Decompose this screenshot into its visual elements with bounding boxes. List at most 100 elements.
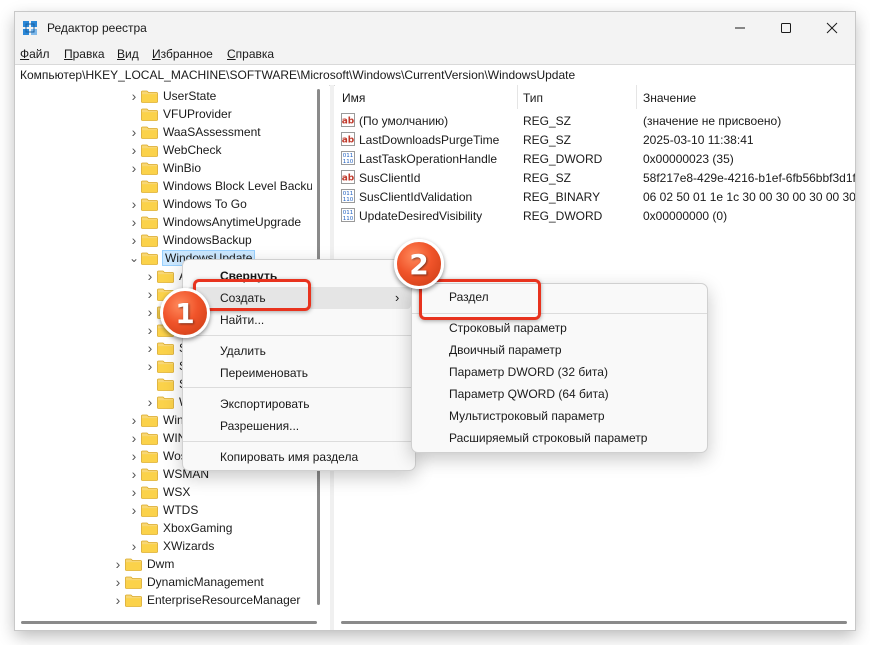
chevron-right-icon[interactable]: ›	[127, 447, 141, 465]
menu-separator	[183, 441, 415, 442]
list-row[interactable]: 011 110 SusClientIdValidation REG_BINARY 06 …	[335, 187, 855, 206]
chevron-right-icon[interactable]: ›	[127, 411, 141, 429]
chevron-right-icon[interactable]: ›	[127, 231, 141, 249]
folder-icon	[157, 342, 174, 355]
tree-item[interactable]: › Dwm	[111, 555, 175, 573]
close-icon	[826, 22, 838, 34]
chevron-right-icon[interactable]: ›	[127, 195, 141, 213]
tree-item[interactable]: › WebCheck	[127, 141, 222, 159]
tree-item[interactable]: › Windows To Go	[127, 195, 247, 213]
chevron-right-icon[interactable]: ›	[111, 573, 125, 591]
list-row[interactable]: ab LastDownloadsPurgeTime REG_SZ 2025-03-10…	[335, 130, 855, 149]
column-divider[interactable]	[636, 85, 637, 109]
tree-item[interactable]: › XWizards	[127, 537, 215, 555]
list-row[interactable]: 011 110 UpdateDesiredVisibility REG_DWORD 0x…	[335, 206, 855, 225]
chevron-right-icon[interactable]: ›	[143, 339, 157, 357]
chevron-right-icon[interactable]: ›	[127, 537, 141, 555]
chevron-right-icon[interactable]: ›	[127, 213, 141, 231]
tree-item-label: WaaSAssessment	[163, 125, 261, 139]
chevron-right-icon[interactable]: ›	[127, 123, 141, 141]
chevron-right-icon[interactable]: ›	[127, 87, 141, 105]
address-bar[interactable]: Компьютер\HKEY_LOCAL_MACHINE\SOFTWARE\Mi…	[15, 64, 855, 86]
menu-item-delete[interactable]: Удалить	[187, 340, 411, 362]
menu-item-label: Копировать имя раздела	[220, 450, 359, 464]
chevron-down-icon[interactable]: ⌄	[127, 249, 141, 267]
menu-help[interactable]: Справка	[227, 47, 274, 61]
minimize-button[interactable]	[717, 12, 763, 44]
tree-item[interactable]: › DynamicManagement	[111, 573, 264, 591]
chevron-right-icon[interactable]: ›	[111, 591, 125, 609]
chevron-right-icon[interactable]: ›	[127, 159, 141, 177]
menu-item-label: Параметр QWORD (64 бита)	[449, 387, 609, 401]
column-divider[interactable]	[517, 85, 518, 109]
tree-item[interactable]: VFUProvider	[127, 105, 232, 123]
folder-icon	[141, 162, 158, 175]
folder-icon	[141, 414, 158, 427]
list-row[interactable]: 011 110 LastTaskOperationHandle REG_DWORD 0x…	[335, 149, 855, 168]
menu-item-export[interactable]: Экспортировать	[187, 393, 411, 415]
tree-item[interactable]: › UserState	[127, 87, 217, 105]
scrollbar-thumb[interactable]	[21, 621, 317, 624]
value-name: (По умолчанию)	[359, 114, 449, 128]
submenu-item-multi-string[interactable]: Мультистроковый параметр	[416, 405, 703, 427]
menu-item-rename[interactable]: Переименовать	[187, 362, 411, 384]
maximize-button[interactable]	[763, 12, 809, 44]
tree-item[interactable]: › EnterpriseResourceManager	[111, 591, 301, 609]
column-type-header[interactable]: Тип	[523, 91, 543, 105]
scrollbar-thumb[interactable]	[341, 621, 847, 624]
chevron-right-icon[interactable]: ›	[127, 483, 141, 501]
list-row[interactable]: ab SusClientId REG_SZ 58f217e8-429e-4216-b1…	[335, 168, 855, 187]
menu-item-copy-key-name[interactable]: Копировать имя раздела	[187, 446, 411, 468]
value-data: (значение не присвоено)	[643, 114, 782, 128]
close-button[interactable]	[809, 12, 855, 44]
submenu-item-qword[interactable]: Параметр QWORD (64 бита)	[416, 383, 703, 405]
column-name-header[interactable]: Имя	[342, 91, 365, 105]
menu-file[interactable]: Файл	[20, 47, 50, 61]
binary-value-icon: 011 110	[341, 189, 355, 203]
chevron-right-icon[interactable]: ›	[127, 141, 141, 159]
string-value-icon: ab	[341, 132, 355, 146]
submenu-item-binary[interactable]: Двоичный параметр	[416, 339, 703, 361]
menu-item-permissions[interactable]: Разрешения...	[187, 415, 411, 437]
tree-item[interactable]: › WindowsAnytimeUpgrade	[127, 213, 301, 231]
tree-horizontal-scrollbar[interactable]	[15, 613, 330, 630]
chevron-right-icon[interactable]: ›	[143, 303, 157, 321]
chevron-right-icon[interactable]: ›	[127, 501, 141, 519]
value-type: REG_DWORD	[523, 152, 603, 166]
chevron-right-icon[interactable]: ›	[143, 393, 157, 411]
menu-favorites[interactable]: Избранное	[152, 47, 213, 61]
menu-item-label: Мультистроковый параметр	[449, 409, 605, 423]
expander-placeholder	[127, 177, 141, 195]
list-row[interactable]: ab (По умолчанию) REG_SZ (значение не присв…	[335, 111, 855, 130]
chevron-right-icon[interactable]: ›	[127, 465, 141, 483]
address-path[interactable]: Компьютер\HKEY_LOCAL_MACHINE\SOFTWARE\Mi…	[20, 68, 575, 82]
menu-item-find[interactable]: Найти...	[187, 309, 411, 331]
tree-item-label: WindowsBackup	[163, 233, 252, 247]
chevron-right-icon[interactable]: ›	[143, 267, 157, 285]
chevron-right-icon[interactable]: ›	[143, 321, 157, 339]
menu-view[interactable]: Вид	[117, 47, 139, 61]
column-value-header[interactable]: Значение	[643, 91, 696, 105]
submenu-item-dword[interactable]: Параметр DWORD (32 бита)	[416, 361, 703, 383]
chevron-right-icon[interactable]: ›	[127, 429, 141, 447]
tree-item[interactable]: › WSX	[127, 483, 191, 501]
tree-item[interactable]: › WaaSAssessment	[127, 123, 261, 141]
menu-edit[interactable]: Правка	[64, 47, 105, 61]
tree-item[interactable]: › WTDS	[127, 501, 199, 519]
tree-item[interactable]: Windows Block Level Backup	[127, 177, 312, 195]
chevron-right-icon[interactable]: ›	[143, 285, 157, 303]
submenu-item-expandable-string[interactable]: Расширяемый строковый параметр	[416, 427, 703, 449]
tree-item-label: WinBio	[163, 161, 202, 175]
chevron-right-icon[interactable]: ›	[111, 555, 125, 573]
tree-item[interactable]: › WinBio	[127, 159, 201, 177]
tree-item-label: WebCheck	[163, 143, 222, 157]
chevron-right-icon[interactable]: ›	[143, 357, 157, 375]
value-data: 2025-03-10 11:38:41	[643, 133, 754, 147]
folder-icon	[141, 522, 158, 535]
tree-item[interactable]: XboxGaming	[127, 519, 232, 537]
list-horizontal-scrollbar[interactable]	[335, 613, 855, 630]
folder-icon	[157, 360, 174, 373]
value-type: REG_SZ	[523, 114, 572, 128]
submenu-item-string[interactable]: Строковый параметр	[416, 317, 703, 339]
tree-item[interactable]: › WindowsBackup	[127, 231, 252, 249]
